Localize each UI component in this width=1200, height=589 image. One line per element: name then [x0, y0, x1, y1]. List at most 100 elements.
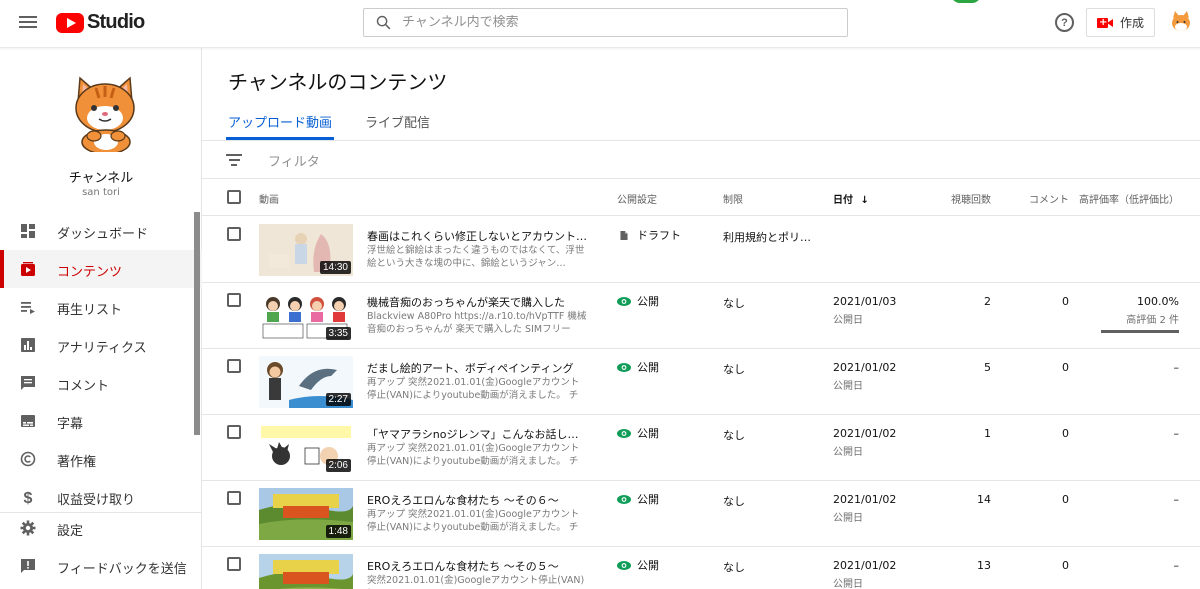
video-title[interactable]: だまし絵的アート、ボディペインティング [367, 360, 589, 376]
visibility-label: 公開 [637, 361, 659, 374]
draft-document-icon [620, 230, 628, 240]
filter-input[interactable]: フィルタ [268, 151, 320, 170]
restriction-cell: なし [723, 429, 745, 442]
comments-cell: 0 [1062, 295, 1069, 308]
row-checkbox[interactable] [227, 293, 241, 307]
comments-cell: 0 [1062, 427, 1069, 440]
video-thumbnail[interactable] [259, 554, 353, 589]
likes-cell: 100.0% [1137, 295, 1179, 308]
likes-ratio-bar [1101, 330, 1179, 333]
sidebar-scrollbar[interactable] [194, 212, 200, 435]
column-views[interactable]: 視聴回数 [951, 191, 991, 206]
sidebar-item-dashboard[interactable]: ダッシュボード [0, 212, 202, 250]
visibility-cell[interactable]: 公開 [617, 293, 659, 309]
table-row[interactable]: EROえろエロんな食材たち ～その５～ 突然2021.01.01(金)Google… [202, 547, 1200, 589]
views-cell: 5 [984, 361, 991, 374]
table-row[interactable]: 1:48 EROえろエロんな食材たち ～その６～ 再アップ 突然2021.01.01… [202, 481, 1200, 547]
subtitles-icon [21, 415, 35, 427]
video-title[interactable]: EROえろエロんな食材たち ～その６～ [367, 492, 589, 508]
tab-live[interactable]: ライブ配信 [363, 108, 432, 140]
sidebar-item-comments[interactable]: コメント [0, 364, 202, 402]
column-date[interactable]: 日付 ↓ [833, 191, 869, 206]
video-thumbnail[interactable]: 3:35 [259, 290, 353, 342]
sidebar-item-settings[interactable]: 設定 [0, 509, 202, 547]
sidebar-item-content[interactable]: コンテンツ [0, 250, 202, 288]
video-title[interactable]: 「ヤマアラシnoジレンマ」こんなお話しダゾ（笑） [367, 426, 589, 442]
video-thumbnail[interactable]: 2:06 [259, 422, 353, 474]
table-row[interactable]: 14:30 春画はこれくらい修正しないとアカウントはBAN 浮世絵と錦絵はまったく違… [202, 217, 1200, 283]
table-row[interactable]: 2:27 だまし絵的アート、ボディペインティング 再アップ 突然2021.01.01… [202, 349, 1200, 415]
table-row[interactable]: 2:06 「ヤマアラシnoジレンマ」こんなお話しダゾ（笑）再アップ 突然2021.… [202, 415, 1200, 481]
video-duration: 2:27 [325, 393, 351, 406]
sidebar-item-label: コンテンツ [57, 265, 123, 280]
channel-name: チャンネル [68, 171, 134, 186]
create-button[interactable]: + 作成 [1086, 8, 1155, 37]
date-cell: 2021/01/02 [833, 559, 897, 572]
date-sub-label: 公開日 [833, 579, 863, 589]
column-restriction[interactable]: 制限 [723, 191, 743, 206]
analytics-icon [21, 338, 35, 352]
visibility-label: 公開 [637, 295, 659, 308]
filter-icon[interactable] [226, 154, 242, 166]
column-likes[interactable]: 高評価率（低評価比） [1079, 191, 1179, 206]
table-row[interactable]: 3:35 機械音痴のおっちゃんが楽天で購入した Blackview A80Pro h… [202, 283, 1200, 349]
sidebar-item-subtitles[interactable]: 字幕 [0, 402, 202, 440]
column-comments[interactable]: コメント [1029, 191, 1069, 206]
video-description: 浮世絵と錦絵はまったく違うものではなくて、浮世絵という大きな塊の中に、錦絵という… [367, 245, 585, 269]
video-title[interactable]: 春画はこれくらい修正しないとアカウントはBAN [367, 228, 589, 244]
row-checkbox[interactable] [227, 227, 241, 241]
views-cell: 2 [984, 295, 991, 308]
views-cell: 14 [977, 493, 991, 506]
filter-bar: フィルタ [202, 141, 1200, 179]
likes-cell: – [1173, 493, 1180, 506]
search-input[interactable] [402, 15, 847, 30]
visibility-cell[interactable]: 公開 [617, 557, 659, 573]
visibility-label: 公開 [637, 559, 659, 572]
video-thumbnail[interactable]: 2:27 [259, 356, 353, 408]
visibility-cell[interactable]: 公開 [617, 359, 659, 375]
views-cell: 1 [984, 427, 991, 440]
visibility-label: 公開 [637, 427, 659, 440]
sidebar-item-feedback[interactable]: フィードバックを送信 [0, 547, 202, 585]
search-box[interactable] [363, 8, 848, 37]
column-visibility[interactable]: 公開設定 [617, 191, 657, 206]
visibility-cell[interactable]: 公開 [617, 491, 659, 507]
row-checkbox[interactable] [227, 359, 241, 373]
account-avatar[interactable] [1168, 9, 1194, 35]
visibility-label: ドラフト [637, 229, 681, 242]
tab-uploads[interactable]: アップロード動画 [226, 108, 335, 140]
video-title[interactable]: EROえろエロんな食材たち ～その５～ [367, 558, 589, 574]
select-all-checkbox[interactable] [227, 190, 241, 204]
date-sub-label: 公開日 [833, 381, 863, 392]
public-eye-icon [617, 560, 631, 570]
row-checkbox[interactable] [227, 557, 241, 571]
menu-icon[interactable] [19, 14, 37, 32]
video-thumbnail[interactable]: 14:30 [259, 224, 353, 276]
restriction-cell: 利用規約とポリシー [723, 231, 818, 244]
row-checkbox[interactable] [227, 425, 241, 439]
public-eye-icon [617, 494, 631, 504]
studio-logo[interactable]: Studio [56, 11, 145, 34]
sidebar-item-playlists[interactable]: 再生リスト [0, 288, 202, 326]
row-checkbox[interactable] [227, 491, 241, 505]
public-eye-icon [617, 296, 631, 306]
comments-cell: 0 [1062, 493, 1069, 506]
channel-handle: san tori [82, 187, 120, 198]
copyright-icon [20, 451, 36, 467]
video-duration: 3:35 [325, 327, 351, 340]
video-title[interactable]: 機械音痴のおっちゃんが楽天で購入した [367, 294, 589, 310]
content-icon [21, 262, 35, 276]
create-label: 作成 [1119, 16, 1144, 30]
sidebar-item-label: アナリティクス [57, 341, 147, 356]
sidebar-item-label: 字幕 [57, 417, 84, 432]
feedback-icon [21, 559, 35, 573]
help-icon[interactable]: ? [1055, 13, 1074, 32]
video-description: Blackview A80Pro https://a.r10.to/hVpTTF… [367, 311, 587, 335]
sidebar-item-copyright[interactable]: 著作権 [0, 440, 202, 478]
video-thumbnail[interactable]: 1:48 [259, 488, 353, 540]
visibility-cell[interactable]: 公開 [617, 425, 659, 441]
page-title: チャンネルのコンテンツ [228, 70, 448, 94]
visibility-cell[interactable]: ドラフト [617, 227, 681, 243]
sidebar-item-analytics[interactable]: アナリティクス [0, 326, 202, 364]
channel-avatar[interactable] [66, 72, 146, 155]
